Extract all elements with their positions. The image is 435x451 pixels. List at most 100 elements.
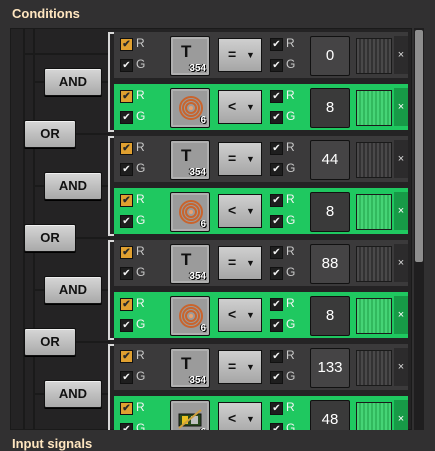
comparator-dropdown[interactable]: < ▼ bbox=[218, 90, 262, 124]
chevron-down-icon: ▼ bbox=[246, 206, 255, 216]
green-wire-checkbox-left[interactable]: ✔ bbox=[120, 59, 133, 72]
comparator-dropdown[interactable]: = ▼ bbox=[218, 38, 262, 72]
close-icon[interactable]: × bbox=[394, 244, 408, 282]
green-label: G bbox=[136, 57, 146, 71]
red-wire-checkbox-right[interactable]: ✔ bbox=[270, 402, 283, 415]
green-wire-checkbox-right[interactable]: ✔ bbox=[270, 59, 283, 72]
close-icon[interactable]: × bbox=[394, 140, 408, 178]
green-wire-checkbox-right[interactable]: ✔ bbox=[270, 267, 283, 280]
green-wire-checkbox-left[interactable]: ✔ bbox=[120, 215, 133, 228]
red-wire-checkbox-right[interactable]: ✔ bbox=[270, 90, 283, 103]
signal-t-icon: T bbox=[181, 250, 192, 269]
constant-value[interactable]: 8 bbox=[310, 88, 350, 128]
green-wire-checkbox-right[interactable]: ✔ bbox=[270, 111, 283, 124]
and-button-4[interactable]: AND bbox=[44, 380, 102, 408]
green-wire-checkbox-right[interactable]: ✔ bbox=[270, 423, 283, 430]
green-label: G bbox=[136, 317, 146, 331]
green-wire-checkbox-left[interactable]: ✔ bbox=[120, 319, 133, 332]
green-wire-checkbox-left[interactable]: ✔ bbox=[120, 371, 133, 384]
or-button-3[interactable]: OR bbox=[24, 328, 76, 356]
red-wire-checkbox-left[interactable]: ✔ bbox=[120, 38, 133, 51]
and-button-1[interactable]: AND bbox=[44, 68, 102, 96]
green-wire-checkbox-right[interactable]: ✔ bbox=[270, 163, 283, 176]
red-wire-checkbox-left[interactable]: ✔ bbox=[120, 194, 133, 207]
green-wire-checkbox-left[interactable]: ✔ bbox=[120, 423, 133, 430]
scrollbar-thumb[interactable] bbox=[415, 30, 423, 262]
green-wire-checkbox-right[interactable]: ✔ bbox=[270, 319, 283, 332]
first-signal-slot[interactable]: T 354 bbox=[170, 36, 210, 76]
close-icon[interactable]: × bbox=[394, 88, 408, 126]
red-wire-checkbox-right[interactable]: ✔ bbox=[270, 38, 283, 51]
red-label: R bbox=[136, 296, 145, 310]
green-wire-checkbox-right[interactable]: ✔ bbox=[270, 371, 283, 384]
condition-status-indicator bbox=[356, 194, 392, 230]
red-wire-checkbox-right[interactable]: ✔ bbox=[270, 246, 283, 259]
red-wire-checkbox-left[interactable]: ✔ bbox=[120, 142, 133, 155]
close-icon[interactable]: × bbox=[394, 400, 408, 430]
red-label: R bbox=[286, 88, 295, 102]
red-wire-checkbox-left[interactable]: ✔ bbox=[120, 402, 133, 415]
red-wire-checkbox-right[interactable]: ✔ bbox=[270, 142, 283, 155]
signal-count: 6 bbox=[200, 115, 206, 126]
first-signal-slot[interactable]: T 354 bbox=[170, 140, 210, 180]
first-signal-slot[interactable]: T 6 bbox=[170, 192, 210, 232]
green-wire-checkbox-left[interactable]: ✔ bbox=[120, 111, 133, 124]
chevron-down-icon: ▼ bbox=[246, 414, 255, 424]
red-wire-checkbox-left[interactable]: ✔ bbox=[120, 90, 133, 103]
and-button-3[interactable]: AND bbox=[44, 276, 102, 304]
red-label: R bbox=[286, 192, 295, 206]
and-button-2[interactable]: AND bbox=[44, 172, 102, 200]
constant-value[interactable]: 44 bbox=[310, 140, 350, 180]
comparator-value: < bbox=[228, 306, 237, 322]
comparator-value: < bbox=[228, 98, 237, 114]
green-wire-checkbox-left[interactable]: ✔ bbox=[120, 163, 133, 176]
close-icon[interactable]: × bbox=[394, 36, 408, 74]
first-signal-slot[interactable]: T 6 bbox=[170, 400, 210, 430]
scrollbar[interactable] bbox=[414, 28, 424, 430]
comparator-dropdown[interactable]: = ▼ bbox=[218, 246, 262, 280]
condition-row-6: ✔ R ✔ G T 6 < ▼ ✔ R ✔ G bbox=[114, 292, 408, 338]
red-wire-checkbox-right[interactable]: ✔ bbox=[270, 298, 283, 311]
or-button-1[interactable]: OR bbox=[24, 120, 76, 148]
green-wire-checkbox-right[interactable]: ✔ bbox=[270, 215, 283, 228]
close-icon[interactable]: × bbox=[394, 348, 408, 386]
green-label: G bbox=[286, 57, 296, 71]
or-button-2[interactable]: OR bbox=[24, 224, 76, 252]
red-wire-checkbox-right[interactable]: ✔ bbox=[270, 194, 283, 207]
constant-value[interactable]: 133 bbox=[310, 348, 350, 388]
signal-count: 354 bbox=[189, 375, 206, 386]
condition-status-indicator bbox=[356, 246, 392, 282]
constant-value[interactable]: 88 bbox=[310, 244, 350, 284]
red-wire-checkbox-left[interactable]: ✔ bbox=[120, 298, 133, 311]
comparator-dropdown[interactable]: < ▼ bbox=[218, 194, 262, 228]
comparator-dropdown[interactable]: = ▼ bbox=[218, 142, 262, 176]
first-signal-slot[interactable]: T 354 bbox=[170, 348, 210, 388]
green-label: G bbox=[286, 109, 296, 123]
close-icon[interactable]: × bbox=[394, 192, 408, 230]
comparator-dropdown[interactable]: < ▼ bbox=[218, 402, 262, 430]
green-wire-checkbox-left[interactable]: ✔ bbox=[120, 267, 133, 280]
red-wire-checkbox-right[interactable]: ✔ bbox=[270, 350, 283, 363]
first-signal-slot[interactable]: T 354 bbox=[170, 244, 210, 284]
first-signal-slot[interactable]: T 6 bbox=[170, 88, 210, 128]
comparator-dropdown[interactable]: < ▼ bbox=[218, 298, 262, 332]
red-label: R bbox=[286, 244, 295, 258]
constant-value[interactable]: 8 bbox=[310, 296, 350, 336]
comparator-dropdown[interactable]: = ▼ bbox=[218, 350, 262, 384]
close-icon[interactable]: × bbox=[394, 296, 408, 334]
red-label: R bbox=[286, 36, 295, 50]
constant-value[interactable]: 8 bbox=[310, 192, 350, 232]
red-wire-checkbox-left[interactable]: ✔ bbox=[120, 246, 133, 259]
signal-count: 354 bbox=[189, 63, 206, 74]
signal-count: 6 bbox=[200, 219, 206, 230]
comparator-value: = bbox=[228, 254, 237, 270]
red-wire-checkbox-left[interactable]: ✔ bbox=[120, 350, 133, 363]
green-label: G bbox=[286, 421, 296, 430]
constant-value[interactable]: 0 bbox=[310, 36, 350, 76]
chevron-down-icon: ▼ bbox=[246, 102, 255, 112]
green-label: G bbox=[136, 213, 146, 227]
red-label: R bbox=[136, 348, 145, 362]
first-signal-slot[interactable]: T 6 bbox=[170, 296, 210, 336]
constant-value[interactable]: 48 bbox=[310, 400, 350, 430]
red-label: R bbox=[286, 140, 295, 154]
